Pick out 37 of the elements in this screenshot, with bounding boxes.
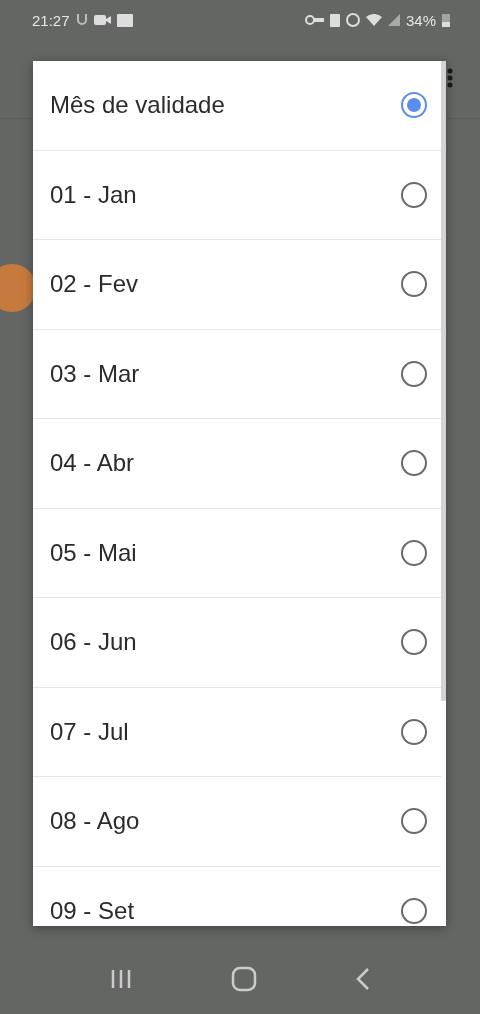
radio-button[interactable]: [400, 807, 428, 836]
option-label: Mês de validade: [50, 91, 226, 120]
back-icon[interactable]: [355, 967, 371, 991]
radio-button[interactable]: [400, 449, 428, 478]
battery-icon: [442, 13, 450, 27]
battery-level: 34%: [405, 11, 436, 29]
signal-icon: [387, 14, 400, 26]
radio-button[interactable]: [400, 270, 428, 299]
option-label: 07 - Jul: [50, 717, 130, 746]
plug-icon: [75, 13, 88, 27]
key-icon: [304, 15, 324, 25]
status-time: 21:27: [32, 11, 70, 29]
radio-button[interactable]: [400, 896, 428, 925]
option-label: 06 - Jun: [50, 628, 138, 657]
option-row[interactable]: 09 - Set: [33, 866, 441, 926]
option-label: 09 - Set: [50, 896, 136, 925]
radio-button[interactable]: [400, 717, 428, 746]
radio-button[interactable]: [400, 91, 428, 120]
floating-button[interactable]: [0, 264, 36, 312]
option-label: 04 - Abr: [50, 449, 136, 478]
radio-button[interactable]: [400, 538, 428, 567]
more-options-icon[interactable]: [447, 68, 453, 88]
option-label: 03 - Mar: [50, 359, 141, 388]
home-icon[interactable]: [231, 966, 257, 992]
option-row[interactable]: 08 - Ago: [33, 777, 441, 867]
scrollbar[interactable]: [441, 61, 446, 701]
radio-button[interactable]: [400, 180, 428, 209]
recent-apps-icon[interactable]: [109, 967, 133, 991]
option-label: 02 - Fev: [50, 270, 140, 299]
option-label: 05 - Mai: [50, 538, 138, 567]
radio-button[interactable]: [400, 359, 428, 388]
option-label: 08 - Ago: [50, 807, 141, 836]
radio-button[interactable]: [400, 628, 428, 657]
video-camera-icon: [93, 14, 111, 26]
option-row[interactable]: 07 - Jul: [33, 687, 441, 777]
wifi-icon: [365, 14, 382, 26]
option-label: 01 - Jan: [50, 180, 138, 209]
